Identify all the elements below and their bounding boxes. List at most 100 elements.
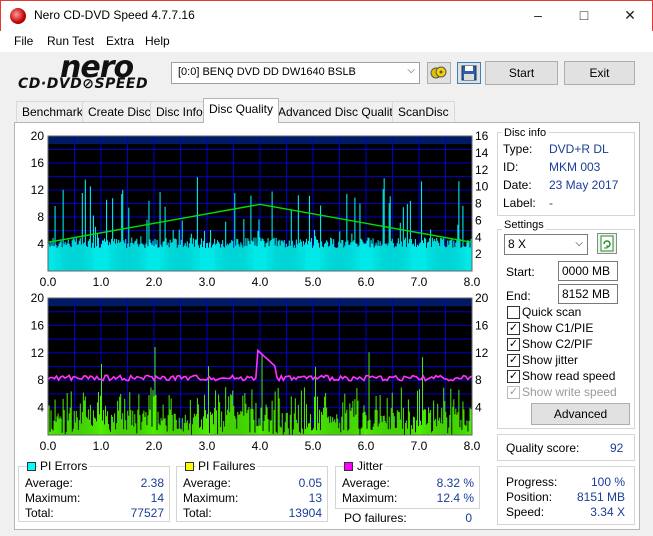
- stat-label: Total:: [183, 506, 212, 520]
- stat-label: Maximum:: [342, 491, 398, 505]
- y-left-tick-label: 12: [31, 346, 45, 360]
- jitter-swatch: [344, 462, 353, 471]
- pi-errors-chart: 0.0 1.0 2.0 3.0 4.0 5.0 6.0 7.0 8.0 20 16 12 8 4 16 14 1…: [31, 129, 489, 289]
- tab-disc-info[interactable]: Disc Info: [150, 101, 209, 122]
- y-right-tick-label: 16: [475, 318, 489, 332]
- x-tick-label: 8.0: [464, 275, 481, 289]
- tab-advanced-disc-quality[interactable]: Advanced Disc Quality: [272, 101, 405, 122]
- stat-label: Average:: [183, 476, 231, 490]
- menu-run-test[interactable]: Run Test: [47, 34, 94, 48]
- y-right-tick-label: 20: [475, 291, 489, 305]
- x-tick-label: 6.0: [358, 275, 375, 289]
- checkbox[interactable]: ✓: [507, 338, 520, 351]
- po-failures-label: PO failures:: [344, 511, 407, 525]
- progress-value: 3.34 X: [590, 505, 625, 519]
- progress-value: 100 %: [590, 475, 625, 489]
- start-button[interactable]: Start: [485, 61, 558, 85]
- pi-errors-swatch: [27, 462, 36, 471]
- y-left-tick-label: 8: [37, 210, 44, 224]
- x-tick-label: 1.0: [93, 275, 110, 289]
- checkbox-label: Show C2/PIF: [522, 337, 593, 351]
- window-title: Nero CD-DVD Speed 4.7.7.16: [34, 8, 195, 22]
- exit-button[interactable]: Exit: [564, 61, 635, 85]
- close-button[interactable]: ✕: [607, 1, 653, 30]
- y-left-tick-label: 20: [31, 291, 45, 305]
- y-right-tick-label: 4: [475, 401, 482, 415]
- maximize-button[interactable]: □: [561, 1, 607, 30]
- jitter-title: Jitter: [355, 459, 386, 473]
- disc-info-label: Type:: [503, 142, 533, 156]
- menu-extra[interactable]: Extra: [106, 34, 134, 48]
- advanced-button[interactable]: Advanced: [531, 403, 630, 425]
- stat-label: Average:: [342, 476, 390, 490]
- stat-value: 12.4 %: [436, 491, 474, 505]
- y-left-tick-label: 8: [37, 373, 44, 387]
- refresh-button[interactable]: [597, 233, 617, 254]
- x-tick-label: 0.0: [40, 439, 57, 453]
- start-input[interactable]: 0000 MB: [558, 261, 618, 281]
- y-right-tick-label: 16: [475, 129, 489, 143]
- x-tick-label: 2.0: [146, 275, 163, 289]
- x-tick-label: 5.0: [305, 275, 322, 289]
- minimize-button[interactable]: –: [515, 1, 561, 30]
- tab-create-disc[interactable]: Create Disc: [82, 101, 157, 122]
- progress-value: 8151 MB: [576, 490, 625, 504]
- checkbox[interactable]: [507, 306, 520, 319]
- y-right-tick-label: 2: [475, 247, 482, 261]
- y-left-tick-label: 16: [31, 156, 45, 170]
- drive-select-value: [0:0] BENQ DVD DD DW1640 BSLB: [178, 66, 356, 78]
- end-input[interactable]: 8152 MB: [558, 284, 618, 304]
- settings-title: Settings: [502, 219, 546, 231]
- checkbox: ✓: [507, 386, 520, 399]
- checkbox-label: Show C1/PIE: [522, 321, 594, 335]
- stat-label: Total:: [25, 506, 54, 520]
- checkbox[interactable]: ✓: [507, 322, 520, 335]
- x-tick-label: 4.0: [252, 439, 269, 453]
- progress-label: Speed:: [506, 505, 545, 519]
- menu-help[interactable]: Help: [145, 34, 170, 48]
- disc-info-label: Date:: [503, 178, 532, 192]
- y-right-tick-label: 8: [475, 373, 482, 387]
- drive-select[interactable]: [0:0] BENQ DVD DD DW1640 BSLB ⌵: [171, 62, 420, 84]
- y-left-tick-label: 12: [31, 183, 45, 197]
- stat-value: 13904: [288, 506, 322, 520]
- menu-bar: [0, 31, 653, 52]
- disc-info-label: Label:: [503, 196, 536, 210]
- y-right-tick-label: 12: [475, 346, 489, 360]
- stat-value: 2.38: [140, 476, 164, 490]
- checkbox[interactable]: ✓: [507, 354, 520, 367]
- quality-score-label: Quality score:: [506, 441, 580, 455]
- start-label: Start:: [506, 265, 535, 279]
- eject-button[interactable]: [427, 62, 451, 84]
- tab-benchmark[interactable]: Benchmark: [16, 101, 89, 122]
- checkbox-label: Quick scan: [522, 305, 582, 319]
- disc-info-value: 23 May 2017: [549, 178, 619, 192]
- x-tick-label: 8.0: [464, 439, 481, 453]
- po-failures-value: 0: [465, 511, 472, 525]
- tab-scandisc[interactable]: ScanDisc: [392, 101, 455, 122]
- y-right-tick-label: 6: [475, 213, 482, 227]
- stat-value: 8.32 %: [436, 476, 474, 490]
- y-left-tick-label: 4: [37, 401, 44, 415]
- checkbox-label: Show jitter: [522, 353, 579, 367]
- menu-file[interactable]: File: [14, 34, 33, 48]
- chevron-down-icon: ⌵: [407, 65, 415, 76]
- y-right-tick-label: 14: [475, 146, 489, 160]
- speed-select[interactable]: 8 X ⌵: [504, 234, 588, 255]
- progress-label: Progress:: [506, 475, 558, 489]
- y-right-tick-label: 12: [475, 163, 489, 177]
- y-right-tick-label: 8: [475, 197, 482, 211]
- x-tick-label: 7.0: [411, 439, 428, 453]
- tab-disc-quality[interactable]: Disc Quality: [203, 98, 280, 123]
- pi-failures-chart: 0.0 1.0 2.0 3.0 4.0 5.0 6.0 7.0 8.0 20 16 12 8 4 20 16 1…: [31, 291, 489, 453]
- speed-value: 8 X: [508, 237, 527, 251]
- y-right-tick-label: 10: [475, 180, 489, 194]
- pi-failures-swatch: [185, 462, 194, 471]
- x-tick-label: 2.0: [146, 439, 163, 453]
- checkbox[interactable]: ✓: [507, 370, 520, 383]
- disc-info-value: -: [549, 196, 553, 210]
- x-tick-label: 4.0: [252, 275, 269, 289]
- x-tick-label: 3.0: [199, 275, 216, 289]
- save-button[interactable]: [457, 62, 481, 84]
- stat-value: 77527: [130, 506, 164, 520]
